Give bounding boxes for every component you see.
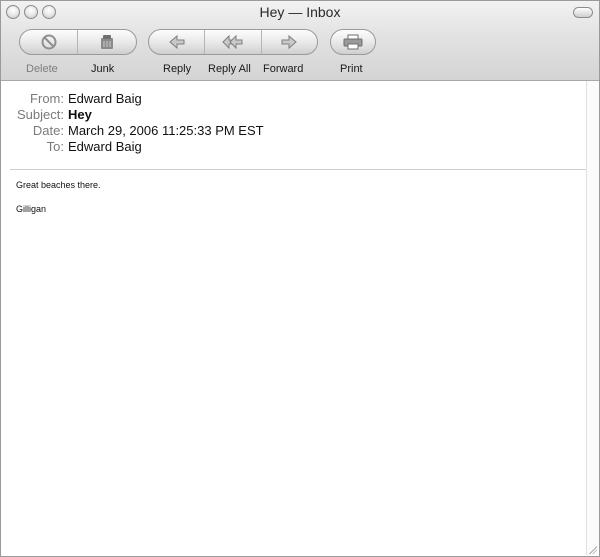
to-value[interactable]: Edward Baig (68, 139, 142, 154)
reply-all-button[interactable] (205, 30, 262, 54)
delete-junk-group (19, 29, 137, 55)
reply-all-label[interactable]: Reply All (208, 63, 251, 75)
reply-arrow-icon (168, 34, 185, 50)
from-row: From: Edward Baig (1, 91, 142, 107)
printer-icon (343, 34, 363, 50)
reply-group (148, 29, 318, 55)
forward-button[interactable] (262, 30, 317, 54)
to-row: To: Edward Baig (1, 139, 142, 155)
window-title: Hey — Inbox (259, 4, 341, 20)
date-value: March 29, 2006 11:25:33 PM EST (68, 123, 264, 138)
delete-label[interactable]: Delete (26, 63, 58, 75)
print-group (330, 29, 376, 55)
resize-grip-icon[interactable] (589, 546, 597, 554)
date-label: Date: (32, 123, 64, 138)
junk-label[interactable]: Junk (91, 63, 114, 75)
header-divider (10, 169, 586, 170)
subject-row: Subject: Hey (1, 107, 92, 123)
from-label: From: (30, 91, 64, 106)
junk-bag-icon (101, 35, 113, 49)
date-row: Date: March 29, 2006 11:25:33 PM EST (1, 123, 264, 139)
vertical-scrollbar[interactable] (586, 81, 599, 555)
mail-window: Hey — Inbox Delete Junk Reply Reply All … (0, 0, 600, 557)
reply-button[interactable] (149, 30, 206, 54)
subject-label: Subject: (17, 107, 64, 122)
subject-value: Hey (68, 107, 92, 122)
print-label[interactable]: Print (340, 63, 363, 75)
no-entry-icon (41, 34, 56, 50)
to-label: To: (46, 139, 64, 154)
forward-arrow-icon (281, 34, 298, 50)
reply-label[interactable]: Reply (163, 63, 191, 75)
junk-button[interactable] (78, 30, 136, 54)
body-line: Great beaches there. (16, 180, 101, 190)
delete-button[interactable] (20, 30, 78, 54)
body-signature: Gilligan (16, 204, 47, 214)
reply-all-arrow-icon (222, 34, 243, 50)
toolbar-toggle-button[interactable] (573, 7, 593, 18)
print-button[interactable] (331, 30, 375, 54)
window-chrome: Hey — Inbox Delete Junk Reply Reply All … (1, 1, 599, 81)
from-value[interactable]: Edward Baig (68, 91, 142, 106)
forward-label[interactable]: Forward (263, 63, 303, 75)
